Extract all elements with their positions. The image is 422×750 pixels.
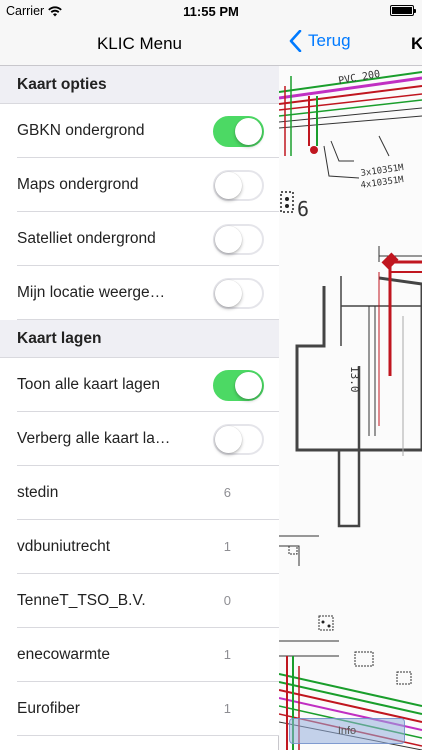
toggle-knob	[215, 426, 242, 453]
toggle-knob	[215, 280, 242, 307]
toggle-verberg-alle-lagen[interactable]	[213, 424, 264, 455]
toggle-gbkn-ondergrond[interactable]	[213, 116, 264, 147]
row-mijn-locatie: Mijn locatie weerge…	[0, 266, 279, 320]
toggle-knob	[215, 226, 242, 253]
back-button[interactable]: Terug	[289, 30, 351, 52]
layer-name: TenneT_TSO_B.V.	[17, 592, 146, 609]
info-button[interactable]: Info	[289, 718, 405, 744]
row-satelliet-ondergrond: Satelliet ondergrond	[0, 212, 279, 266]
layer-row-tennet[interactable]: TenneT_TSO_B.V. 0	[0, 574, 279, 628]
row-label: Maps ondergrond	[17, 176, 139, 193]
map-title: K	[411, 34, 422, 53]
row-label: Satelliet ondergrond	[17, 230, 156, 247]
status-bar: Carrier 11:55 PM	[0, 0, 422, 22]
layer-row-eurofiber[interactable]: Eurofiber 1	[0, 682, 279, 736]
row-gbkn-ondergrond: GBKN ondergrond	[0, 104, 279, 158]
back-label: Terug	[308, 31, 351, 50]
map-label-dimension: 13.0	[348, 366, 361, 393]
row-label: GBKN ondergrond	[17, 122, 145, 139]
layer-count: 6	[223, 485, 231, 500]
layer-name: Eurofiber	[17, 700, 80, 717]
menu-navigation-bar: KLIC Menu	[0, 22, 279, 66]
row-label: Verberg alle kaart la…	[17, 430, 171, 447]
layer-row-enecowarmte[interactable]: enecowarmte 1	[0, 628, 279, 682]
map-label-number: 6	[297, 197, 309, 221]
layer-name: stedin	[17, 484, 59, 501]
layer-count: 1	[223, 539, 231, 554]
toggle-satelliet-ondergrond[interactable]	[213, 224, 264, 255]
map-navigation-bar: Terug K	[279, 22, 422, 66]
layer-name: vdbuniutrecht	[17, 538, 111, 555]
toggle-maps-ondergrond[interactable]	[213, 170, 264, 201]
row-maps-ondergrond: Maps ondergrond	[0, 158, 279, 212]
row-toon-alle-lagen: Toon alle kaart lagen	[0, 358, 279, 412]
layer-row-vdbuniutrecht[interactable]: vdbuniutrecht 1	[0, 520, 279, 574]
toggle-knob	[235, 372, 262, 399]
layer-row-stedin[interactable]: stedin 6	[0, 466, 279, 520]
layer-count: 1	[223, 647, 231, 662]
klic-menu-panel: KLIC Menu Kaart opties GBKN ondergrond M…	[0, 0, 279, 750]
section-header-kaart-opties: Kaart opties	[0, 66, 279, 104]
battery-icon	[390, 5, 416, 16]
row-verberg-alle-lagen: Verberg alle kaart la…	[0, 412, 279, 466]
klic-map-drawing[interactable]: PVC 200 3x10351M 4x10351M 6 13.0	[279, 66, 422, 750]
toggle-knob	[235, 118, 262, 145]
map-panel[interactable]: Terug K PVC 200 3x10351M 4x10351M 6 13.0…	[279, 0, 422, 750]
menu-title: KLIC Menu	[96, 34, 183, 53]
row-label: Mijn locatie weerge…	[17, 284, 166, 301]
row-label: Toon alle kaart lagen	[17, 376, 161, 393]
toggle-mijn-locatie[interactable]	[213, 278, 264, 309]
section-header-kaart-lagen: Kaart lagen	[0, 320, 279, 358]
chevron-left-icon	[289, 30, 302, 52]
layer-count: 1	[223, 701, 231, 716]
status-time: 11:55 PM	[183, 4, 239, 19]
toggle-toon-alle-lagen[interactable]	[213, 370, 264, 401]
layer-count: 0	[223, 593, 231, 608]
toggle-knob	[215, 172, 242, 199]
layer-name: enecowarmte	[17, 646, 111, 663]
